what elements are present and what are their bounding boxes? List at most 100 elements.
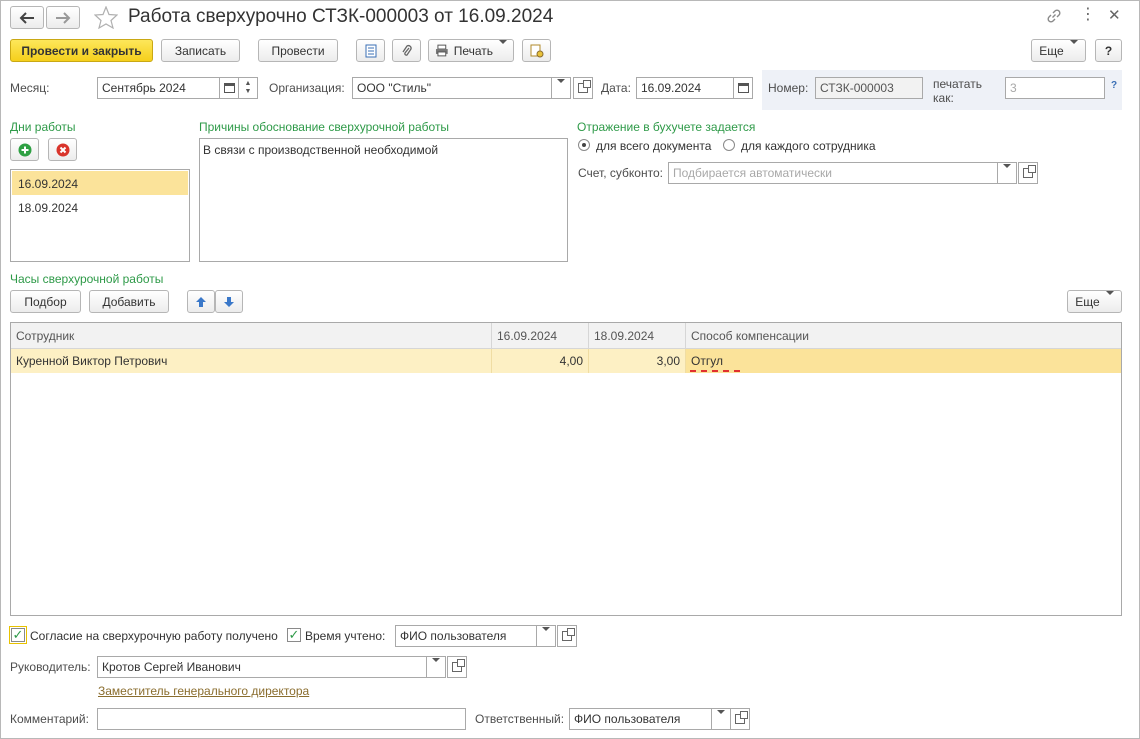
- time-user-dropdown[interactable]: [536, 625, 556, 647]
- column-header-day2[interactable]: 18.09.2024: [589, 323, 686, 349]
- chevron-down-icon: [1003, 168, 1011, 178]
- manager-open-button[interactable]: [447, 656, 467, 678]
- radio-whole-document-label[interactable]: для всего документа: [596, 139, 711, 153]
- manager-field[interactable]: Кротов Сергей Иванович: [97, 656, 427, 678]
- work-day-value: 18.09.2024: [18, 201, 79, 215]
- add-row-button[interactable]: Добавить: [89, 290, 169, 313]
- responsible-open-button[interactable]: [730, 708, 750, 730]
- attach-button[interactable]: [392, 39, 421, 62]
- organization-dropdown[interactable]: [551, 77, 571, 99]
- open-icon: [452, 659, 465, 672]
- consent-label[interactable]: Согласие на сверхурочную работу получено: [30, 629, 278, 643]
- consent-checkbox[interactable]: ✓: [9, 626, 27, 644]
- comment-label: Комментарий:: [10, 712, 89, 726]
- link-icon[interactable]: [1046, 8, 1062, 24]
- responsible-dropdown[interactable]: [711, 708, 731, 730]
- organization-open-button[interactable]: [573, 77, 593, 99]
- structure-button[interactable]: [522, 39, 551, 62]
- save-button[interactable]: Записать: [161, 39, 240, 62]
- print-as-field[interactable]: 3: [1005, 77, 1105, 99]
- account-field[interactable]: Подбирается автоматически: [668, 162, 998, 184]
- date-calendar-button[interactable]: [733, 77, 753, 99]
- number-field[interactable]: СТЗК-000003: [815, 77, 923, 99]
- account-label: Счет, субконто:: [578, 166, 663, 180]
- column-header-day1[interactable]: 16.09.2024: [492, 323, 589, 349]
- close-icon[interactable]: ✕: [1108, 6, 1121, 24]
- move-down-button[interactable]: [215, 290, 243, 313]
- month-field[interactable]: Сентябрь 2024: [97, 77, 220, 99]
- journal-button[interactable]: [356, 39, 385, 62]
- account-dropdown[interactable]: [997, 162, 1017, 184]
- chevron-down-icon: [499, 44, 507, 58]
- open-icon: [562, 628, 575, 641]
- more-label: Еще: [1039, 43, 1064, 58]
- back-button[interactable]: [10, 6, 44, 29]
- responsible-field[interactable]: ФИО пользователя: [569, 708, 712, 730]
- compensation-value: Отгул: [691, 354, 723, 368]
- paperclip-icon: [401, 44, 412, 56]
- organization-label: Организация:: [269, 81, 345, 95]
- print-as-help[interactable]: ?: [1111, 80, 1117, 91]
- open-icon: [578, 80, 591, 93]
- list-item[interactable]: 16.09.2024: [12, 171, 188, 195]
- move-up-button[interactable]: [187, 290, 215, 313]
- chevron-down-icon: [557, 83, 565, 93]
- chevron-down-icon: [432, 662, 440, 672]
- arrow-down-icon: [224, 296, 234, 307]
- manager-dropdown[interactable]: [426, 656, 446, 678]
- remove-day-button[interactable]: [48, 138, 77, 161]
- arrow-right-icon: [56, 11, 71, 24]
- select-button[interactable]: Подбор: [10, 290, 81, 313]
- help-button[interactable]: ?: [1095, 39, 1122, 62]
- organization-field[interactable]: ООО "Стиль": [352, 77, 552, 99]
- document-list-icon: [365, 44, 376, 57]
- reasons-textarea[interactable]: В связи с производственной необходимой: [199, 138, 568, 262]
- cell-day1-hours[interactable]: 4,00: [492, 349, 589, 373]
- responsible-label: Ответственный:: [475, 712, 565, 726]
- chevron-down-icon: [1070, 44, 1078, 58]
- hours-table[interactable]: Сотрудник 16.09.2024 18.09.2024 Способ к…: [10, 322, 1122, 616]
- number-label: Номер:: [768, 81, 809, 95]
- caret-down-icon: ▼: [244, 88, 252, 95]
- account-open-button[interactable]: [1018, 162, 1038, 184]
- cell-employee[interactable]: Куренной Виктор Петрович: [11, 349, 492, 373]
- print-button[interactable]: Печать: [428, 39, 514, 62]
- post-and-close-button[interactable]: Провести и закрыть: [10, 39, 153, 62]
- time-checkbox[interactable]: ✓: [287, 628, 301, 642]
- hours-title: Часы сверхурочной работы: [10, 272, 164, 286]
- month-label: Месяц:: [10, 81, 50, 95]
- work-day-value: 16.09.2024: [18, 177, 79, 191]
- cell-day2-hours[interactable]: 3,00: [589, 349, 686, 373]
- work-days-list[interactable]: 16.09.2024 18.09.2024: [10, 169, 190, 262]
- post-button[interactable]: Провести: [258, 39, 338, 62]
- time-user-field[interactable]: ФИО пользователя: [395, 625, 537, 647]
- cell-compensation[interactable]: Отгул: [686, 349, 1121, 373]
- month-stepper[interactable]: ▲ ▼: [238, 77, 258, 99]
- add-day-button[interactable]: [10, 138, 39, 161]
- comment-field[interactable]: [97, 708, 466, 730]
- more-vertical-icon[interactable]: ⋮: [1080, 7, 1096, 23]
- forward-button[interactable]: [46, 6, 80, 29]
- plus-circle-icon: [18, 143, 31, 156]
- time-user-open-button[interactable]: [557, 625, 577, 647]
- time-label[interactable]: Время учтено:: [305, 629, 385, 643]
- print-as-label-line1: печатать: [933, 77, 982, 91]
- remove-circle-icon: [56, 143, 69, 156]
- column-header-employee[interactable]: Сотрудник: [11, 323, 492, 349]
- reasons-title: Причины обоснование сверхурочной работы: [199, 120, 450, 134]
- radio-whole-document[interactable]: [578, 139, 590, 151]
- hours-more-button[interactable]: Еще: [1067, 290, 1122, 313]
- radio-each-employee-label[interactable]: для каждого сотрудника: [741, 139, 876, 153]
- chevron-down-icon: [717, 714, 725, 724]
- print-label: Печать: [453, 43, 493, 58]
- more-button[interactable]: Еще: [1031, 39, 1086, 62]
- document-structure-icon: [530, 44, 543, 57]
- star-icon[interactable]: [94, 6, 118, 29]
- manager-position-link[interactable]: Заместитель генерального директора: [98, 684, 309, 698]
- radio-each-employee[interactable]: [723, 139, 735, 151]
- work-days-title: Дни работы: [10, 120, 76, 134]
- date-field[interactable]: 16.09.2024: [636, 77, 734, 99]
- calendar-button[interactable]: [219, 77, 239, 99]
- list-item[interactable]: 18.09.2024: [12, 195, 188, 219]
- column-header-compensation[interactable]: Способ компенсации: [686, 323, 1121, 349]
